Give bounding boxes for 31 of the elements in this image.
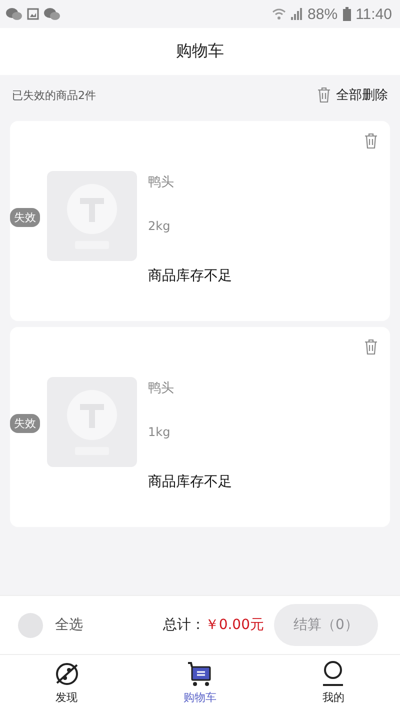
product-name: 鸭头 xyxy=(148,174,174,191)
delete-all-button[interactable]: 全部删除 xyxy=(317,86,388,104)
battery-icon xyxy=(342,7,351,21)
chat-icon xyxy=(6,8,22,20)
cart-icon xyxy=(186,661,213,687)
trash-icon[interactable] xyxy=(364,339,378,355)
select-all-label: 全选 xyxy=(55,616,83,634)
total-label: 总计： xyxy=(162,616,205,634)
product-spec: 1kg xyxy=(148,425,172,439)
cart-tab[interactable]: 购物车 xyxy=(164,661,235,705)
wifi-icon xyxy=(272,8,286,20)
battery-percent: 88% xyxy=(308,6,338,22)
chat-icon xyxy=(44,8,60,20)
trash-icon[interactable] xyxy=(364,133,378,149)
me-tab[interactable]: 我的 xyxy=(298,661,368,705)
clock-time: 11:40 xyxy=(356,6,392,22)
image-icon xyxy=(27,8,39,20)
invalid-badge: 失效 xyxy=(10,208,40,227)
select-all-checkbox[interactable] xyxy=(18,612,43,638)
page-title: 购物车 xyxy=(176,41,224,62)
product-spec: 2kg xyxy=(148,219,172,233)
invalid-badge: 失效 xyxy=(10,414,40,433)
discover-tab[interactable]: 发现 xyxy=(32,661,102,705)
invalid-reason: 商品库存不足 xyxy=(148,267,233,285)
total-amount: ￥0.00元 xyxy=(204,616,264,634)
planet-icon xyxy=(54,661,80,687)
trash-icon xyxy=(317,87,331,103)
product-name: 鸭头 xyxy=(148,380,174,397)
invalid-summary: 已失效的商品2件 xyxy=(12,88,96,102)
invalid-reason: 商品库存不足 xyxy=(148,473,233,491)
signal-icon xyxy=(290,8,303,20)
